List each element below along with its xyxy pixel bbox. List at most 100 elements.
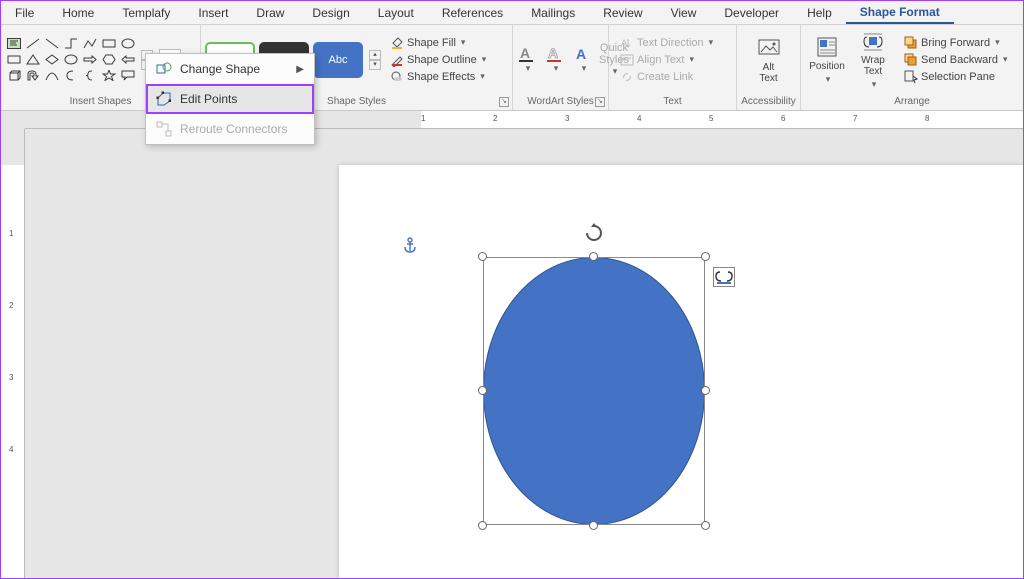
handle-top-left[interactable] <box>478 252 487 261</box>
text-effects-icon[interactable]: A▾ <box>573 42 593 78</box>
shape-arrowleft-icon[interactable] <box>119 52 137 67</box>
style-thumb-3[interactable]: Abc <box>313 42 363 78</box>
edit-points-icon <box>156 91 172 107</box>
bring-forward-button[interactable]: Bring Forward▾ <box>903 35 1008 50</box>
shape-cube-icon[interactable] <box>5 68 23 83</box>
tab-insert[interactable]: Insert <box>184 1 242 24</box>
shape-oval2-icon[interactable] <box>62 52 80 67</box>
shape-fill-button[interactable]: Shape Fill▾ <box>389 35 486 50</box>
fill-bucket-icon <box>389 35 404 50</box>
shape-uturn-icon[interactable] <box>24 68 42 83</box>
text-direction-icon: A <box>619 35 634 50</box>
alt-text-button[interactable]: AltText <box>747 31 791 89</box>
tab-view[interactable]: View <box>657 1 711 24</box>
send-backward-label: Send Backward <box>921 54 998 66</box>
ruler-h-7: 7 <box>853 114 857 123</box>
handle-bot-left[interactable] <box>478 521 487 530</box>
wrap-text-button[interactable]: WrapText▾ <box>851 31 895 89</box>
handle-top-mid[interactable] <box>589 252 598 261</box>
shape-outline-button[interactable]: Shape Outline▾ <box>389 52 486 67</box>
shape-curve-icon[interactable] <box>43 68 61 83</box>
handle-mid-left[interactable] <box>478 386 487 395</box>
workspace: 1 2 3 4 <box>1 129 1023 578</box>
shape-rect2-icon[interactable] <box>5 52 23 67</box>
shapes-gallery[interactable] <box>5 36 137 83</box>
tab-developer[interactable]: Developer <box>710 1 793 24</box>
svg-text:A: A <box>621 38 627 48</box>
menu-edit-points[interactable]: Edit Points <box>146 84 314 114</box>
rotate-handle[interactable] <box>584 223 604 243</box>
tab-design[interactable]: Design <box>298 1 363 24</box>
shape-brace-icon[interactable] <box>81 68 99 83</box>
shape-diamond-icon[interactable] <box>43 52 61 67</box>
shape-arrow-icon[interactable] <box>81 52 99 67</box>
text-fill-icon[interactable]: A▾ <box>517 42 537 78</box>
ruler-h-6: 6 <box>781 114 785 123</box>
tab-file[interactable]: File <box>1 1 48 24</box>
tab-mailings[interactable]: Mailings <box>517 1 589 24</box>
svg-text:A: A <box>576 46 586 62</box>
tab-templafy[interactable]: Templafy <box>108 1 184 24</box>
position-button[interactable]: Position▾ <box>805 31 849 89</box>
selection-pane-icon <box>903 69 918 84</box>
tab-home[interactable]: Home <box>48 1 108 24</box>
bring-forward-icon <box>903 35 918 50</box>
tab-draw[interactable]: Draw <box>242 1 298 24</box>
menu-change-shape-label: Change Shape <box>180 62 260 76</box>
shape-fill-label: Shape Fill <box>407 37 456 49</box>
align-text-icon <box>619 52 634 67</box>
edit-shape-dropdown: Change Shape ▶ Edit Points Reroute Conne… <box>145 53 315 145</box>
tab-references[interactable]: References <box>428 1 517 24</box>
create-link-label: Create Link <box>637 71 693 83</box>
ruler-vertical[interactable]: 1 2 3 4 <box>1 129 25 578</box>
selection-pane-button[interactable]: Selection Pane <box>903 69 1008 84</box>
create-link-button: Create Link <box>619 69 713 84</box>
shape-effects-button[interactable]: Shape Effects▾ <box>389 69 486 84</box>
shape-lbracket-icon[interactable] <box>62 68 80 83</box>
menu-change-shape[interactable]: Change Shape ▶ <box>146 54 314 84</box>
shape-line2-icon[interactable] <box>43 36 61 51</box>
shape-connector-icon[interactable] <box>62 36 80 51</box>
shape-rect-icon[interactable] <box>100 36 118 51</box>
svg-text:A: A <box>520 45 530 61</box>
group-wordart-styles: A▾ A▾ A▾ Quick Styles ▾ WordArt Styles ↘ <box>513 25 609 110</box>
send-backward-button[interactable]: Send Backward▾ <box>903 52 1008 67</box>
anchor-icon[interactable] <box>403 237 417 253</box>
handle-mid-right[interactable] <box>701 386 710 395</box>
shape-freeform-icon[interactable] <box>81 36 99 51</box>
text-outline-icon[interactable]: A▾ <box>545 42 565 78</box>
alt-text-l1: Alt <box>763 62 775 73</box>
ruler-v-2: 2 <box>9 301 13 310</box>
shape-textbox-icon[interactable] <box>5 36 23 51</box>
tab-help[interactable]: Help <box>793 1 846 24</box>
document-canvas[interactable] <box>25 129 1023 578</box>
chevron-right-icon: ▶ <box>296 64 304 75</box>
tab-review[interactable]: Review <box>589 1 656 24</box>
layout-options-button[interactable] <box>713 267 735 287</box>
shape-callout-icon[interactable] <box>119 68 137 83</box>
ruler-v-4: 4 <box>9 445 13 454</box>
handle-top-right[interactable] <box>701 252 710 261</box>
shape-line-icon[interactable] <box>24 36 42 51</box>
wordart-launcher[interactable]: ↘ <box>595 97 605 107</box>
shape-hexagon-icon[interactable] <box>100 52 118 67</box>
group-label-text: Text <box>609 94 736 110</box>
ruler-h-1: 1 <box>421 114 425 123</box>
menu-reroute-label: Reroute Connectors <box>180 122 287 136</box>
handle-bot-mid[interactable] <box>589 521 598 530</box>
styles-gallery-spin[interactable]: ▴▾ <box>369 50 381 70</box>
reroute-icon <box>156 121 172 137</box>
handle-bot-right[interactable] <box>701 521 710 530</box>
svg-text:A: A <box>548 45 558 61</box>
shape-star-icon[interactable] <box>100 68 118 83</box>
shape-triangle-icon[interactable] <box>24 52 42 67</box>
selected-oval-shape[interactable] <box>483 257 705 525</box>
shape-styles-launcher[interactable]: ↘ <box>499 97 509 107</box>
wrap-l1: Wrap <box>861 55 885 66</box>
tab-layout[interactable]: Layout <box>364 1 428 24</box>
ruler-v-1: 1 <box>9 229 13 238</box>
outline-pen-icon <box>389 52 404 67</box>
effects-icon <box>389 69 404 84</box>
shape-oval-icon[interactable] <box>119 36 137 51</box>
tab-shape-format[interactable]: Shape Format <box>846 1 954 24</box>
